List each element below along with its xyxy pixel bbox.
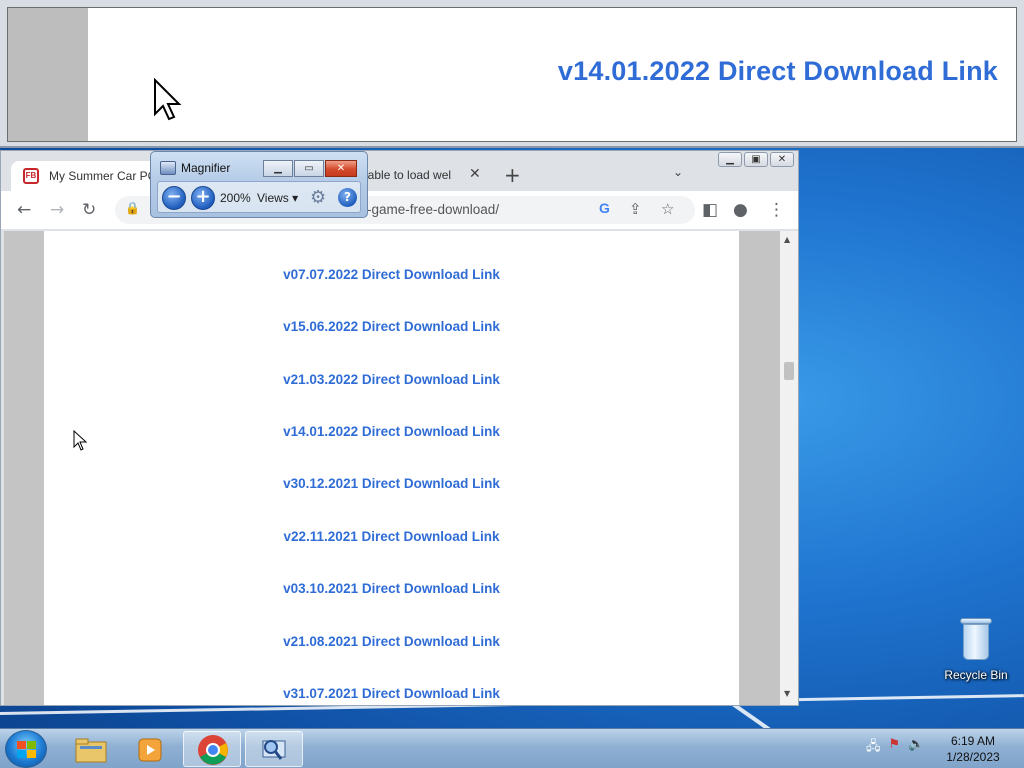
- clock-time: 6:19 AM: [950, 734, 996, 748]
- zoom-in-button[interactable]: +: [191, 186, 215, 210]
- new-tab-button[interactable]: +: [504, 163, 521, 187]
- system-tray: 🖧 ⚑ 🔈: [866, 737, 924, 759]
- magnifier-close-button[interactable]: ✕: [325, 160, 357, 177]
- recycle-bin[interactable]: Recycle Bin: [940, 616, 1012, 682]
- windows-logo-icon: [17, 741, 37, 759]
- google-lens-icon[interactable]: G: [599, 200, 610, 216]
- help-icon[interactable]: ?: [338, 188, 357, 207]
- chrome-icon: [198, 735, 228, 765]
- taskbar-magnifier[interactable]: [245, 731, 303, 767]
- tab-strip: FB My Summer Car PC nable to load wel ✕ …: [1, 157, 798, 191]
- scroll-down-arrow-icon[interactable]: ▼: [784, 689, 790, 698]
- taskbar-explorer[interactable]: [62, 731, 120, 767]
- menu-kebab-icon[interactable]: ⋮: [768, 200, 785, 220]
- action-center-flag-icon[interactable]: ⚑: [889, 737, 901, 759]
- download-link[interactable]: v30.12.2021 Direct Download Link: [44, 476, 739, 491]
- tab-close-icon[interactable]: ✕: [469, 166, 481, 182]
- zoom-level: 200%: [220, 191, 251, 205]
- page-right-margin: [739, 231, 780, 705]
- download-link[interactable]: v31.07.2021 Direct Download Link: [44, 686, 739, 701]
- volume-icon[interactable]: 🔈: [908, 737, 924, 759]
- clock-date: 1/28/2023: [946, 750, 1000, 764]
- browser-toolbar: ← → ↻ 🔒 -game-free-download/ G ⇪ ☆ ◧ ● ⋮: [1, 191, 798, 229]
- download-link[interactable]: v15.06.2022 Direct Download Link: [44, 319, 739, 334]
- magnifier-taskbar-icon: [262, 740, 286, 760]
- tab-unable-to-load[interactable]: nable to load wel: [361, 168, 451, 182]
- scrollbar-thumb[interactable]: [784, 362, 794, 380]
- magnifier-window-controls: ▁ ▭ ✕: [263, 160, 358, 177]
- page-content: v07.07.2022 Direct Download Link v15.06.…: [4, 231, 780, 705]
- forward-arrow-icon[interactable]: →: [50, 200, 64, 220]
- magnifier-window: Magnifier ▁ ▭ ✕ − + 200% Views ▾ ⚙ ?: [150, 151, 368, 218]
- download-link[interactable]: v22.11.2021 Direct Download Link: [44, 529, 739, 544]
- recycle-bin-icon: [958, 616, 994, 662]
- page-left-margin: [4, 231, 44, 705]
- taskbar: 🖧 ⚑ 🔈 6:19 AM 1/28/2023: [0, 728, 1024, 768]
- folder-icon: [75, 738, 107, 763]
- taskbar-chrome[interactable]: [183, 731, 241, 767]
- views-label: Views: [257, 191, 289, 205]
- share-icon[interactable]: ⇪: [629, 200, 642, 218]
- zoom-out-button[interactable]: −: [162, 186, 186, 210]
- views-dropdown[interactable]: Views ▾: [257, 191, 298, 205]
- magnifier-title: Magnifier: [181, 161, 231, 175]
- download-link[interactable]: v07.07.2022 Direct Download Link: [44, 267, 739, 282]
- lock-icon: 🔒: [125, 201, 140, 215]
- magnified-cursor-icon: [154, 78, 182, 121]
- profile-icon[interactable]: ●: [733, 200, 748, 220]
- network-icon[interactable]: 🖧: [866, 737, 881, 759]
- browser-window: ▁ ▣ ✕ FB My Summer Car PC nable to load …: [0, 150, 799, 706]
- magnifier-lens-view: v14.01.2022 Direct Download Link: [0, 0, 1024, 148]
- recycle-bin-label: Recycle Bin: [944, 668, 1008, 682]
- tab-search-chevron-icon[interactable]: ⌄: [673, 165, 683, 179]
- back-arrow-icon[interactable]: ←: [17, 200, 31, 220]
- magnifier-app-icon: [160, 161, 176, 175]
- side-panel-icon[interactable]: ◧: [702, 200, 718, 220]
- start-button[interactable]: [5, 730, 47, 768]
- download-link[interactable]: v14.01.2022 Direct Download Link: [44, 424, 739, 439]
- download-link[interactable]: v21.03.2022 Direct Download Link: [44, 372, 739, 387]
- reload-icon[interactable]: ↻: [82, 200, 96, 220]
- download-link[interactable]: v03.10.2021 Direct Download Link: [44, 581, 739, 596]
- download-link[interactable]: v21.08.2021 Direct Download Link: [44, 634, 739, 649]
- gear-icon[interactable]: ⚙: [310, 187, 326, 208]
- taskbar-clock[interactable]: 6:19 AM 1/28/2023: [940, 733, 1006, 765]
- lens-magnified-link[interactable]: v14.01.2022 Direct Download Link: [558, 56, 998, 87]
- vertical-scrollbar[interactable]: ▲ ▼: [780, 231, 798, 705]
- url-text: -game-free-download/: [367, 202, 500, 217]
- scroll-up-arrow-icon[interactable]: ▲: [784, 235, 790, 244]
- magnifier-toolbar: − + 200% Views ▾ ⚙ ?: [157, 181, 361, 213]
- mouse-cursor-icon: [73, 430, 88, 451]
- magnifier-maximize-button[interactable]: ▭: [294, 160, 324, 177]
- magnifier-minimize-button[interactable]: ▁: [263, 160, 293, 177]
- taskbar-media-player[interactable]: [122, 731, 180, 767]
- media-player-icon: [138, 738, 162, 762]
- bookmark-star-icon[interactable]: ☆: [661, 200, 674, 218]
- lens-gray-margin: [8, 8, 88, 141]
- tab-title: My Summer Car PC: [49, 169, 157, 183]
- site-favicon-icon: FB: [23, 168, 39, 184]
